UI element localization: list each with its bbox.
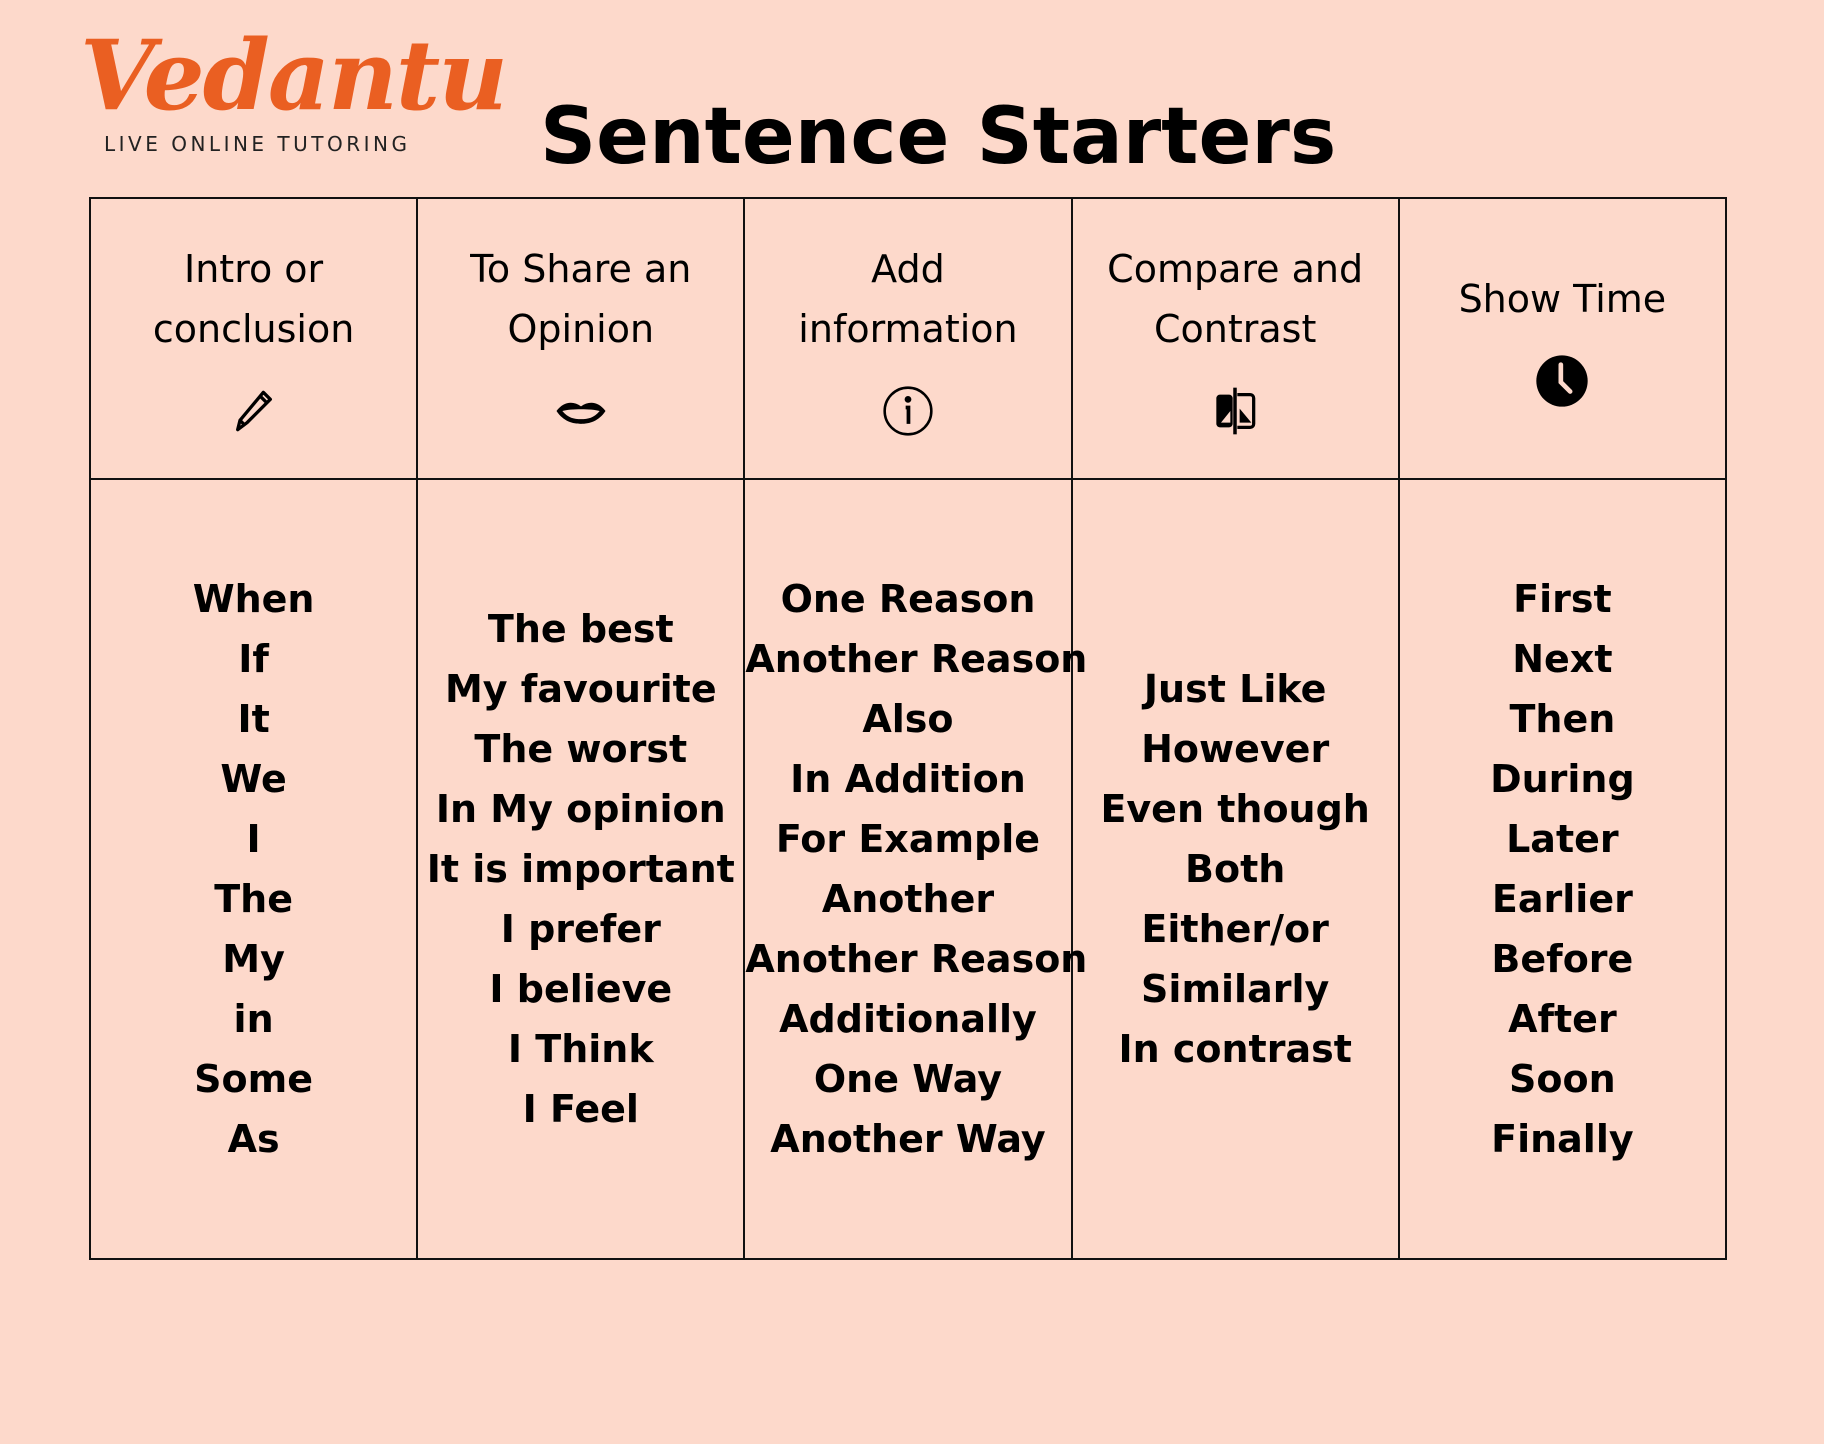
- starter-phrase: In My opinion: [435, 787, 726, 831]
- column-header-label: Compare and Contrast: [1107, 246, 1364, 351]
- starter-phrase: Also: [862, 697, 954, 741]
- starter-phrase: I prefer: [500, 907, 661, 951]
- column-items-add-info: One Reason Another Reason Also In Addition F…: [743, 478, 1088, 1260]
- starter-phrase: Before: [1491, 937, 1634, 981]
- column-header-label: Show Time: [1458, 276, 1667, 321]
- starter-phrase: In Addition: [790, 757, 1026, 801]
- logo-wordmark: Vedantu: [80, 19, 508, 132]
- column-header-opinion: To Share an Opinion: [416, 197, 746, 480]
- starter-phrase: It is important: [426, 847, 735, 891]
- column-items-intro: When If It We I The My in Some As: [88, 478, 419, 1260]
- starter-phrase: Even though: [1100, 787, 1370, 831]
- starter-phrase: Just Like: [1143, 667, 1327, 711]
- starter-phrase: Another Way: [770, 1117, 1046, 1161]
- starter-phrase: My: [222, 937, 285, 981]
- starter-phrase: Another Reason: [745, 937, 1088, 981]
- starter-phrase: During: [1490, 757, 1635, 801]
- info-icon: [883, 385, 933, 436]
- starter-phrase: The: [214, 877, 293, 921]
- starter-phrase: However: [1141, 727, 1330, 771]
- starter-phrase: Earlier: [1491, 877, 1633, 921]
- starter-phrase: Another: [821, 877, 995, 921]
- starter-phrase: First: [1513, 577, 1612, 621]
- starter-phrase: One Reason: [780, 577, 1036, 621]
- column-items-compare: Just Like However Even though Both Either/or…: [1070, 478, 1400, 1260]
- starter-phrase: After: [1508, 997, 1617, 1041]
- column-header-label: Add information: [798, 246, 1018, 351]
- starter-phrase: In contrast: [1118, 1027, 1352, 1071]
- starter-phrase: The worst: [474, 727, 688, 771]
- starter-phrase: I believe: [489, 967, 673, 1011]
- sentence-starters-table: Intro or conclusion To Share an Opinion …: [88, 197, 1728, 1260]
- compare-icon: [1216, 387, 1256, 434]
- column-header-label: Intro or conclusion: [152, 246, 355, 351]
- starter-phrase: Finally: [1491, 1117, 1634, 1161]
- column-header-intro: Intro or conclusion: [88, 197, 419, 480]
- starter-phrase: As: [227, 1117, 280, 1161]
- column-items-time: First Next Then During Later Earlier Before Aft…: [1397, 478, 1728, 1260]
- starter-phrase: Additionally: [779, 997, 1037, 1041]
- page-title: Sentence Starters: [540, 92, 1337, 182]
- clock-icon: [1536, 354, 1589, 407]
- starter-phrase: Either/or: [1141, 907, 1329, 951]
- starter-phrase: Next: [1512, 637, 1613, 681]
- starter-phrase: I: [246, 817, 261, 861]
- header-row: Intro or conclusion To Share an Opinion …: [88, 197, 1728, 480]
- column-header-label: To Share an Opinion: [470, 246, 692, 351]
- starter-phrase: When: [192, 577, 315, 621]
- starter-phrase: Later: [1506, 817, 1619, 861]
- column-header-add-info: Add information: [743, 197, 1073, 480]
- content-row: When If It We I The My in Some As The best My favo…: [88, 478, 1728, 1260]
- lips-icon: [556, 402, 606, 424]
- starter-phrase: in: [233, 997, 274, 1041]
- column-header-compare: Compare and Contrast: [1070, 197, 1400, 480]
- starter-phrase: The best: [487, 607, 674, 651]
- column-items-opinion: The best My favourite The worst In My opini…: [416, 478, 746, 1260]
- starter-phrase: If: [238, 637, 269, 681]
- starter-phrase: Similarly: [1141, 967, 1330, 1011]
- starter-phrase: We: [220, 757, 287, 801]
- starter-phrase: I Feel: [522, 1087, 639, 1131]
- starter-phrase: My favourite: [444, 667, 717, 711]
- pencil-icon: [235, 390, 272, 431]
- starter-phrase: Then: [1509, 697, 1616, 741]
- starter-phrase: I Think: [507, 1027, 654, 1071]
- starter-phrase: Soon: [1509, 1057, 1616, 1101]
- starter-phrase: Some: [194, 1057, 314, 1101]
- column-header-time: Show Time: [1397, 197, 1728, 480]
- starter-phrase: Both: [1185, 847, 1286, 891]
- starter-phrase: Another Reason: [745, 637, 1088, 681]
- starter-phrase: One Way: [813, 1057, 1003, 1101]
- starter-phrase: For Example: [775, 817, 1041, 861]
- vedantu-logo: Vedantu LIVE ONLINE TUTORING: [80, 28, 508, 168]
- starter-phrase: It: [237, 697, 270, 741]
- logo-tagline: LIVE ONLINE TUTORING: [104, 132, 411, 156]
